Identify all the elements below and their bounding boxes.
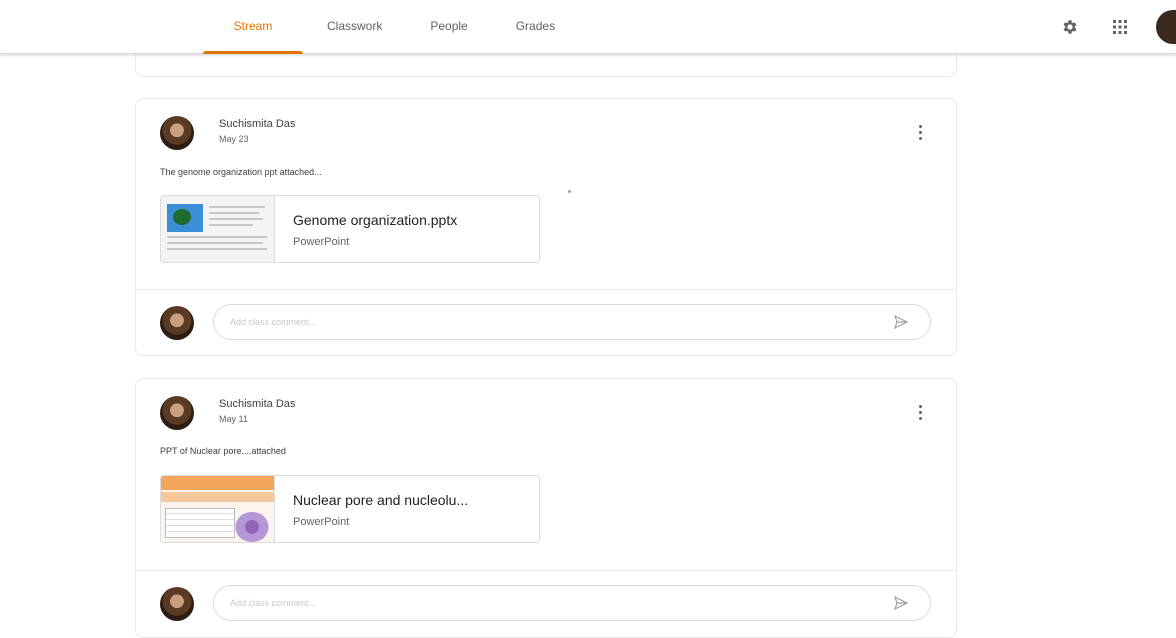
top-app-bar: Stream Classwork People Grades: [0, 0, 1176, 54]
avatar: [160, 306, 194, 340]
post-date: May 11: [219, 414, 248, 424]
tab-people[interactable]: People: [406, 0, 491, 54]
class-tabs: Stream Classwork People Grades: [203, 0, 579, 54]
attachment-type: PowerPoint: [293, 516, 350, 528]
avatar: [160, 116, 194, 150]
comment-row: [136, 289, 956, 356]
post-date: May 23: [219, 134, 249, 144]
avatar: [160, 396, 194, 430]
post-author: Suchismita Das: [219, 118, 296, 130]
tab-stream[interactable]: Stream: [203, 0, 303, 54]
attachment-card[interactable]: Nuclear pore and nucleolu... PowerPoint: [160, 475, 540, 543]
comment-row: [136, 570, 956, 637]
attachment-title: Genome organization.pptx: [293, 212, 458, 228]
class-comment-input[interactable]: [213, 304, 931, 340]
attachment-info: Genome organization.pptx PowerPoint: [275, 196, 457, 262]
more-options-icon[interactable]: [917, 125, 923, 143]
post-card: Suchismita Das May 23 The genome organiz…: [135, 98, 957, 356]
decorative-dot: [568, 190, 571, 193]
attachment-thumbnail: [161, 196, 275, 262]
avatar: [160, 587, 194, 621]
post-text: PPT of Nuclear pore....attached: [160, 446, 286, 456]
send-icon[interactable]: [893, 314, 909, 330]
account-avatar[interactable]: [1156, 10, 1176, 44]
tab-grades[interactable]: Grades: [492, 0, 579, 54]
post-card: Suchismita Das May 11 PPT of Nuclear por…: [135, 378, 957, 638]
attachment-thumbnail: [161, 476, 275, 542]
post-header: Suchismita Das May 11: [160, 396, 295, 430]
more-options-icon[interactable]: [917, 405, 923, 423]
post-meta: Suchismita Das May 11: [219, 396, 295, 430]
top-actions: [1058, 0, 1176, 54]
gear-icon[interactable]: [1058, 15, 1082, 39]
class-comment-input[interactable]: [213, 585, 931, 621]
post-text: The genome organization ppt attached...: [160, 167, 322, 177]
apps-grid-icon[interactable]: [1108, 15, 1132, 39]
tab-classwork[interactable]: Classwork: [303, 0, 406, 54]
attachment-info: Nuclear pore and nucleolu... PowerPoint: [275, 476, 468, 542]
attachment-type: PowerPoint: [293, 236, 350, 248]
post-author: Suchismita Das: [219, 398, 296, 410]
post-meta: Suchismita Das May 23: [219, 116, 295, 150]
attachment-title: Nuclear pore and nucleolu...: [293, 492, 469, 508]
post-header: Suchismita Das May 23: [160, 116, 295, 150]
send-icon[interactable]: [893, 595, 909, 611]
attachment-card[interactable]: Genome organization.pptx PowerPoint: [160, 195, 540, 263]
